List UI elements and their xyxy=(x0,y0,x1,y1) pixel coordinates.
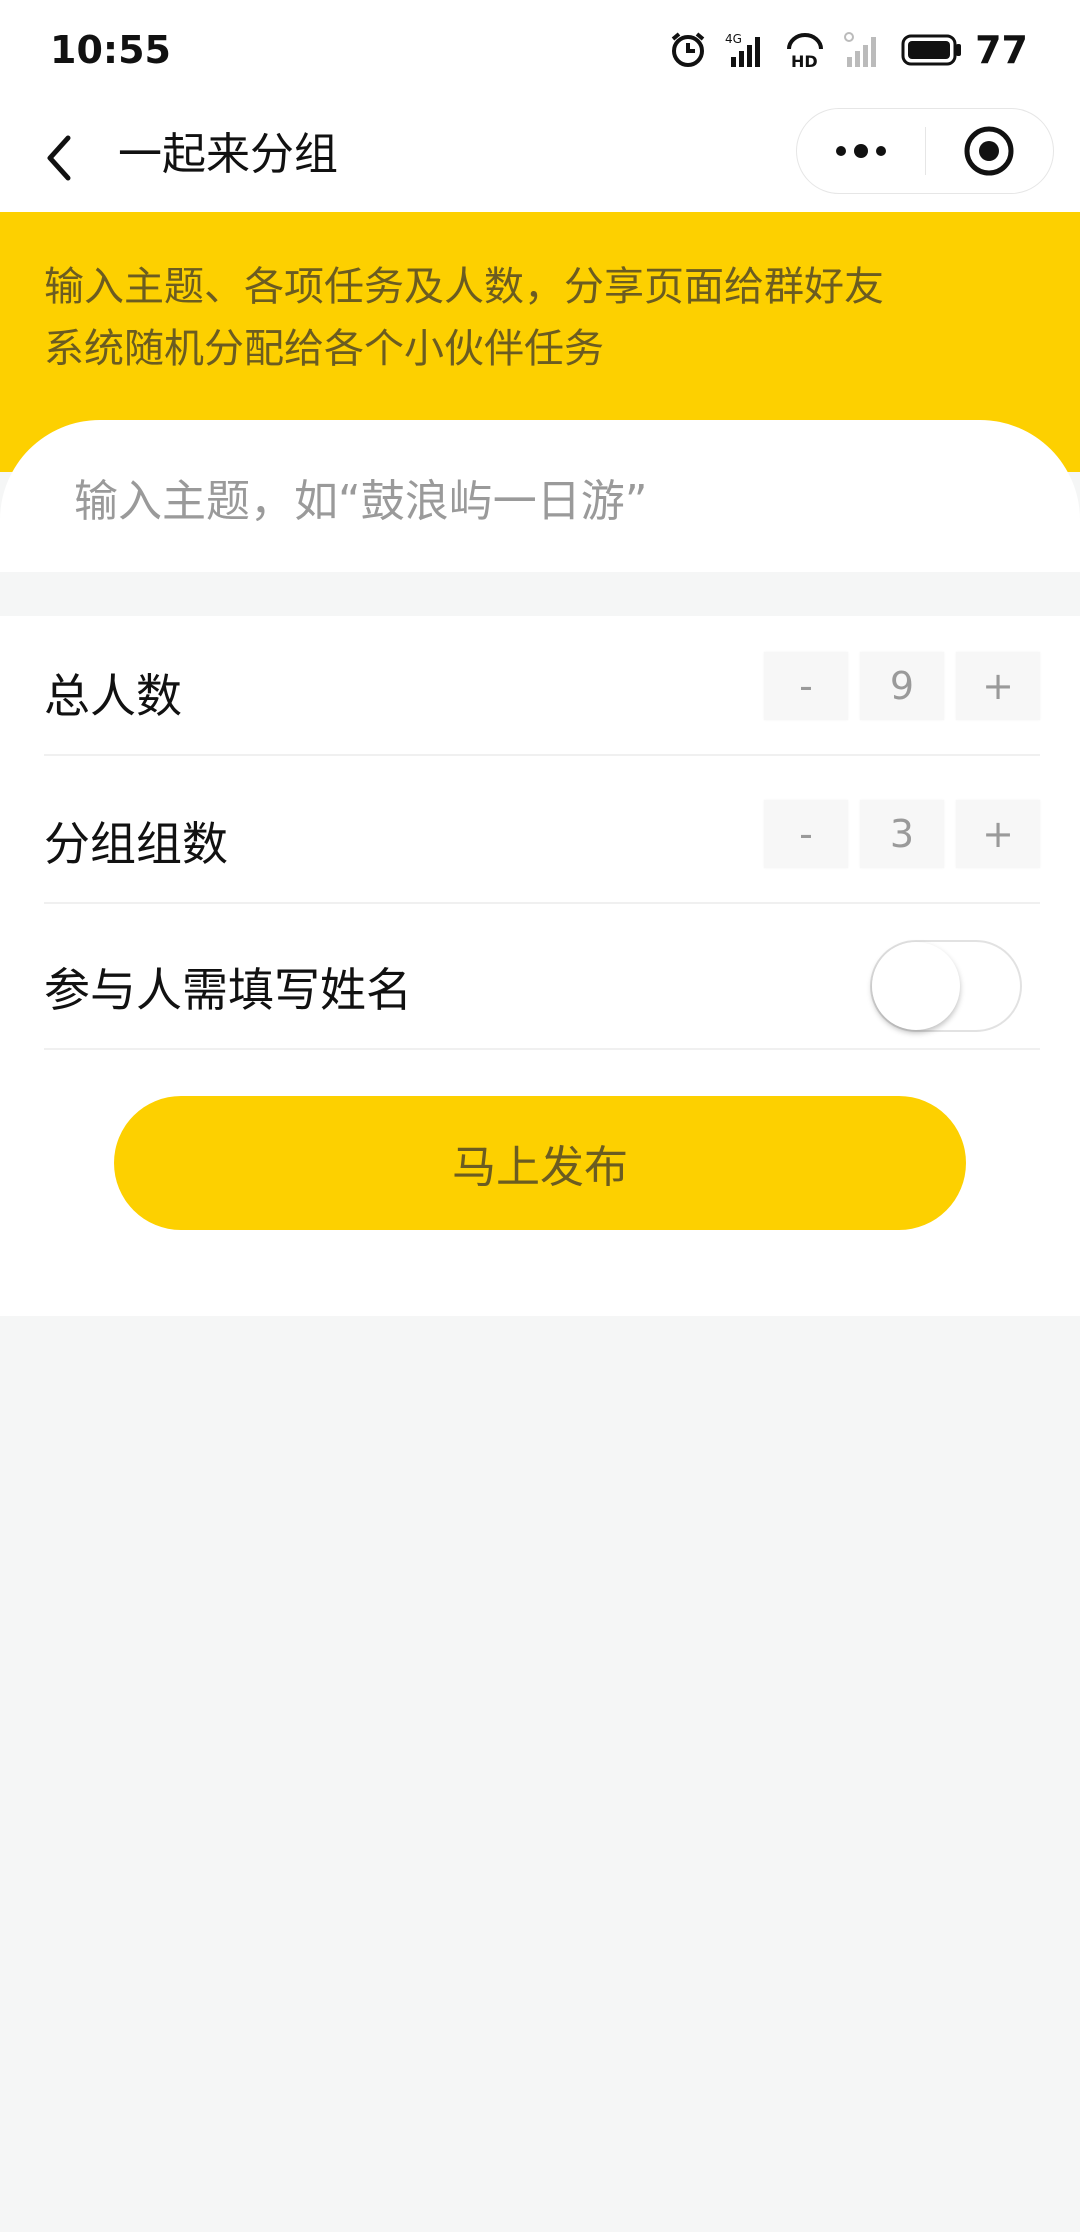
row-divider xyxy=(44,754,1040,756)
signal-weak-icon xyxy=(844,32,877,67)
group-count-value[interactable]: 3 xyxy=(860,800,944,868)
total-people-label: 总人数 xyxy=(44,669,182,723)
group-count-stepper: - 3 + xyxy=(764,800,1040,868)
total-people-plus-button[interactable]: + xyxy=(956,652,1040,720)
page-title: 一起来分组 xyxy=(118,129,338,180)
status-icons: 4G HD 77 xyxy=(669,28,1028,72)
total-people-row: 总人数 - 9 + xyxy=(44,616,1040,756)
group-count-row: 分组组数 - 3 + xyxy=(44,764,1040,904)
svg-text:HD: HD xyxy=(791,52,818,69)
status-bar: 10:55 4G HD 77 xyxy=(0,0,1080,108)
intro-line-2: 系统随机分配给各个小伙伴任务 xyxy=(44,326,604,372)
total-people-stepper: - 9 + xyxy=(764,652,1040,720)
signal-4g-icon: 4G xyxy=(725,32,761,67)
form-card: 总人数 - 9 + 分组组数 - 3 + 参与人需填写姓名 马上发布 xyxy=(0,420,1080,1316)
publish-button[interactable]: 马上发布 xyxy=(114,1096,966,1230)
intro-text: 输入主题、各项任务及人数，分享页面给群好友 系统随机分配给各个小伙伴任务 xyxy=(44,256,884,380)
row-divider xyxy=(44,1048,1040,1050)
topic-input[interactable] xyxy=(72,460,1016,542)
total-people-minus-button[interactable]: - xyxy=(764,652,848,720)
mini-program-capsule xyxy=(796,108,1054,194)
toggle-knob xyxy=(872,942,960,1030)
hd-icon: HD xyxy=(787,33,824,69)
row-divider xyxy=(44,902,1040,904)
status-time: 10:55 xyxy=(50,28,171,72)
require-name-label: 参与人需填写姓名 xyxy=(44,963,412,1017)
group-count-plus-button[interactable]: + xyxy=(956,800,1040,868)
group-count-label: 分组组数 xyxy=(44,817,228,871)
require-name-row: 参与人需填写姓名 xyxy=(44,910,1040,1050)
alarm-icon xyxy=(671,32,705,67)
intro-line-1: 输入主题、各项任务及人数，分享页面给群好友 xyxy=(44,264,884,310)
section-gap xyxy=(0,572,1080,616)
chevron-left-icon[interactable] xyxy=(40,128,80,188)
close-button[interactable] xyxy=(926,109,1054,193)
group-count-minus-button[interactable]: - xyxy=(764,800,848,868)
battery-icon xyxy=(901,34,962,66)
require-name-toggle[interactable] xyxy=(870,940,1022,1032)
more-button[interactable] xyxy=(797,109,925,193)
total-people-value[interactable]: 9 xyxy=(860,652,944,720)
more-dots-icon xyxy=(835,144,886,158)
target-circle-icon xyxy=(964,126,1014,176)
svg-text:4G: 4G xyxy=(725,32,742,46)
nav-bar: 一起来分组 xyxy=(0,108,1080,212)
battery-level: 77 xyxy=(975,28,1028,72)
